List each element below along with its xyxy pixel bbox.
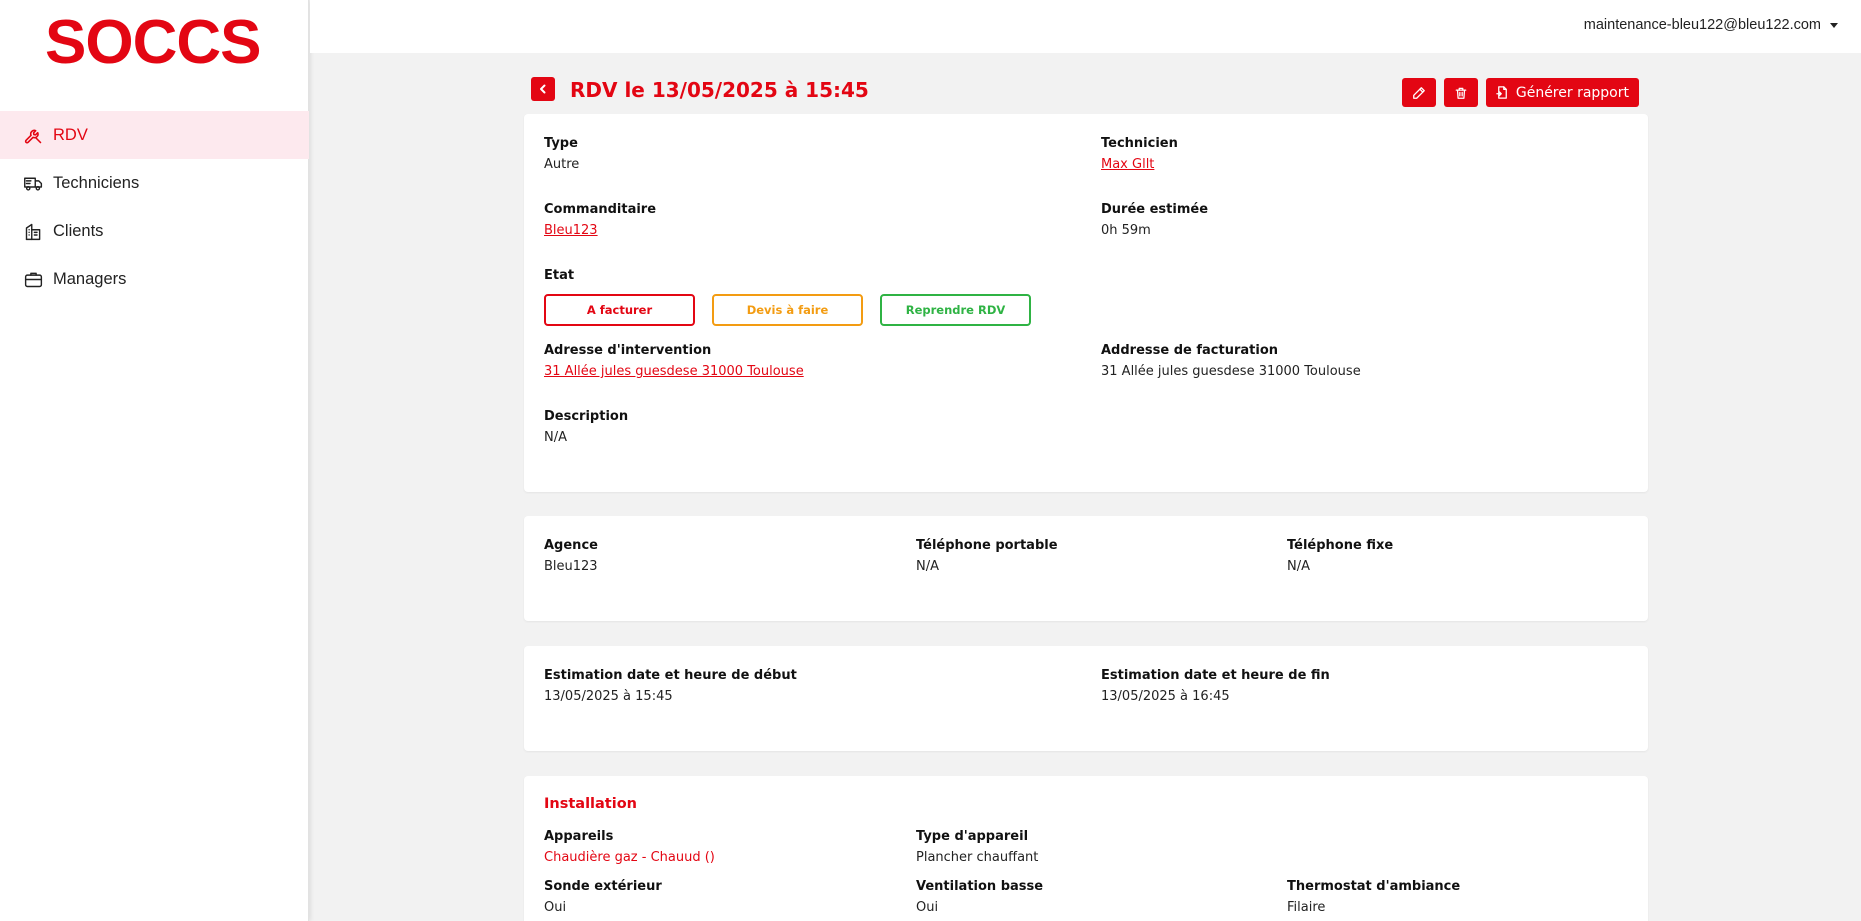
estimation-debut-value: 13/05/2025 à 15:45 xyxy=(544,689,673,704)
agence-field: Agence Bleu123 xyxy=(544,537,598,576)
page-header: RDV le 13/05/2025 à 15:45 Générer rappor… xyxy=(531,77,1639,107)
installation-title: Installation xyxy=(544,796,637,812)
a-facturer-button[interactable]: A facturer xyxy=(544,294,695,326)
type-label: Type xyxy=(544,136,578,151)
devis-a-faire-button[interactable]: Devis à faire xyxy=(712,294,863,326)
telephone-portable-value: N/A xyxy=(916,559,939,574)
sidebar-item-label: Techniciens xyxy=(53,173,140,192)
agence-card: Agence Bleu123 Téléphone portable N/A Té… xyxy=(524,516,1648,621)
agence-value: Bleu123 xyxy=(544,559,598,574)
commanditaire-field: Commanditaire Bleu123 xyxy=(544,201,656,240)
adresse-facturation-label: Addresse de facturation xyxy=(1101,343,1279,358)
sonde-exterieur-value: Oui xyxy=(544,900,567,915)
sidebar-nav: RDV Techniciens Clients Managers xyxy=(0,111,309,303)
briefcase-icon xyxy=(22,268,44,290)
thermostat-label: Thermostat d'ambiance xyxy=(1287,879,1461,894)
adresse-intervention-label: Adresse d'intervention xyxy=(544,343,712,358)
type-appareil-label: Type d'appareil xyxy=(916,829,1029,844)
sonde-exterieur-field: Sonde extérieur Oui xyxy=(544,878,662,917)
pencil-icon xyxy=(1412,86,1425,99)
etat-label: Etat xyxy=(544,268,575,283)
sidebar-item-rdv[interactable]: RDV xyxy=(0,111,309,159)
sidebar-item-techniciens[interactable]: Techniciens xyxy=(0,159,309,207)
estimation-debut-label: Estimation date et heure de début xyxy=(544,668,797,683)
app-logo[interactable]: SOCCS xyxy=(45,12,261,74)
duree-label: Durée estimée xyxy=(1101,202,1209,217)
back-button[interactable] xyxy=(531,77,555,101)
type-appareil-value: Plancher chauffant xyxy=(916,850,1039,865)
duree-field: Durée estimée 0h 59m xyxy=(1101,201,1208,240)
appareils-label: Appareils xyxy=(544,829,614,844)
telephone-fixe-field: Téléphone fixe N/A xyxy=(1287,537,1393,576)
chevron-down-icon xyxy=(1830,22,1838,28)
commanditaire-label: Commanditaire xyxy=(544,202,657,217)
sidebar-item-label: RDV xyxy=(53,125,88,144)
installation-card: Installation Appareils Chaudière gaz - C… xyxy=(524,776,1648,921)
wrench-icon xyxy=(22,124,44,146)
telephone-portable-label: Téléphone portable xyxy=(916,538,1058,553)
rdv-details-card: Type Autre Technicien Max Gllt Commandit… xyxy=(524,114,1648,492)
duree-value: 0h 59m xyxy=(1101,223,1151,238)
adresse-intervention-link[interactable]: 31 Allée jules guesdese 31000 Toulouse xyxy=(544,363,804,381)
trash-icon xyxy=(1455,87,1467,99)
user-menu[interactable]: maintenance-bleu122@bleu122.com xyxy=(1584,17,1838,33)
adresse-intervention-field: Adresse d'intervention 31 Allée jules gu… xyxy=(544,342,804,381)
file-report-icon xyxy=(1496,86,1507,99)
adresse-facturation-value: 31 Allée jules guesdese 31000 Toulouse xyxy=(1101,364,1361,379)
technicien-field: Technicien Max Gllt xyxy=(1101,135,1178,174)
technicien-label: Technicien xyxy=(1101,136,1178,151)
telephone-portable-field: Téléphone portable N/A xyxy=(916,537,1058,576)
thermostat-value: Filaire xyxy=(1287,900,1326,915)
telephone-fixe-label: Téléphone fixe xyxy=(1287,538,1394,553)
sidebar-item-clients[interactable]: Clients xyxy=(0,207,309,255)
page-actions: Générer rapport xyxy=(1401,78,1639,107)
edit-button[interactable] xyxy=(1401,78,1436,107)
telephone-fixe-value: N/A xyxy=(1287,559,1310,574)
chevron-left-icon xyxy=(540,84,546,94)
reprendre-rdv-button[interactable]: Reprendre RDV xyxy=(880,294,1031,326)
thermostat-field: Thermostat d'ambiance Filaire xyxy=(1287,878,1460,917)
agence-label: Agence xyxy=(544,538,598,553)
estimation-fin-value: 13/05/2025 à 16:45 xyxy=(1101,689,1230,704)
type-field: Type Autre xyxy=(544,135,579,174)
top-bar: maintenance-bleu122@bleu122.com xyxy=(310,0,1861,53)
building-icon xyxy=(22,220,44,242)
delete-button[interactable] xyxy=(1443,78,1478,107)
type-appareil-field: Type d'appareil Plancher chauffant xyxy=(916,828,1038,867)
ventilation-basse-field: Ventilation basse Oui xyxy=(916,878,1043,917)
sidebar-item-label: Managers xyxy=(53,269,127,288)
report-button-label: Générer rapport xyxy=(1515,84,1629,101)
appareils-field: Appareils Chaudière gaz - Chauud () xyxy=(544,828,715,867)
estimation-fin-label: Estimation date et heure de fin xyxy=(1101,668,1330,683)
commanditaire-link[interactable]: Bleu123 xyxy=(544,222,656,240)
description-field: Description N/A xyxy=(544,408,628,447)
sonde-exterieur-label: Sonde extérieur xyxy=(544,879,662,894)
estimation-card: Estimation date et heure de début 13/05/… xyxy=(524,646,1648,751)
description-value: N/A xyxy=(544,430,567,445)
adresse-facturation-field: Addresse de facturation 31 Allée jules g… xyxy=(1101,342,1361,381)
sidebar-item-label: Clients xyxy=(53,221,104,240)
description-label: Description xyxy=(544,409,629,424)
technicien-link[interactable]: Max Gllt xyxy=(1101,156,1178,174)
estimation-debut-field: Estimation date et heure de début 13/05/… xyxy=(544,667,797,706)
etat-field: Etat xyxy=(544,267,574,285)
user-email: maintenance-bleu122@bleu122.com xyxy=(1583,17,1821,33)
sidebar: SOCCS RDV Techniciens Clients Managers xyxy=(0,0,309,921)
ventilation-basse-label: Ventilation basse xyxy=(916,879,1044,894)
appareils-link[interactable]: Chaudière gaz - Chauud () xyxy=(544,849,715,867)
ventilation-basse-value: Oui xyxy=(916,900,939,915)
type-value: Autre xyxy=(544,157,580,172)
estimation-fin-field: Estimation date et heure de fin 13/05/20… xyxy=(1101,667,1330,706)
generate-report-button[interactable]: Générer rapport xyxy=(1485,78,1639,107)
sidebar-item-managers[interactable]: Managers xyxy=(0,255,309,303)
truck-icon xyxy=(22,172,44,194)
page-title: RDV le 13/05/2025 à 15:45 xyxy=(570,78,869,102)
etat-buttons: A facturer Devis à faire Reprendre RDV xyxy=(544,294,1044,326)
